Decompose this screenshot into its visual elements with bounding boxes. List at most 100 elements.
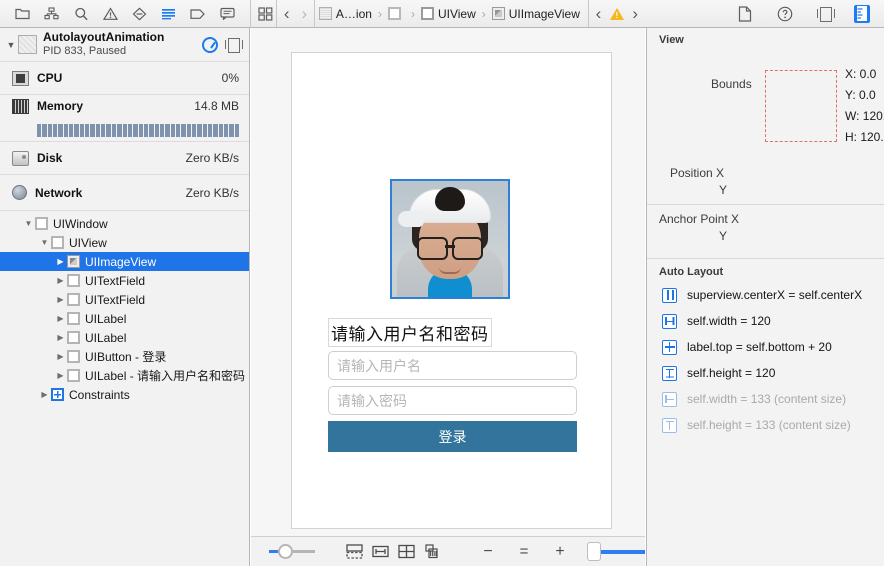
tree-row[interactable]: ▼ UIView — [0, 233, 249, 252]
gauge-row-cpu[interactable]: CPU 0% — [0, 62, 249, 95]
object-inspector: View Bounds X: 0.0 Y: 0.0 W: 120.0 H: 12… — [646, 28, 884, 566]
depth-slider-knob[interactable] — [278, 544, 293, 559]
quick-help-icon[interactable] — [774, 4, 796, 24]
disclosure-triangle[interactable]: ▶ — [54, 314, 67, 323]
memory-usage-bar — [37, 123, 240, 137]
disclosure-triangle[interactable]: ▼ — [22, 219, 35, 228]
memory-bar-segment — [191, 123, 197, 137]
disclosure-triangle[interactable]: ▶ — [54, 333, 67, 342]
issue-prev-button[interactable]: ‹ — [591, 4, 607, 24]
disclosure-triangle[interactable]: ▶ — [54, 371, 67, 380]
memory-bar-segment — [106, 123, 111, 137]
warning-icon[interactable] — [99, 4, 121, 24]
constraint-row[interactable]: self.width = 120 — [647, 308, 884, 334]
grid-icon[interactable] — [257, 4, 274, 24]
hierarchy-icon[interactable] — [41, 4, 63, 24]
tree-row[interactable]: ▼ UIWindow — [0, 214, 249, 233]
memory-bar-segment — [197, 123, 202, 137]
password-field[interactable]: 请输入密码 — [328, 386, 577, 415]
memory-bar-segment — [149, 123, 154, 137]
anchor-point-x-label: Anchor Point X — [659, 212, 740, 226]
show-grid-icon[interactable] — [393, 541, 419, 563]
size-inspector-icon[interactable] — [854, 4, 870, 23]
range-slider-handle-left[interactable] — [587, 542, 601, 561]
memory-icon — [12, 99, 29, 114]
tree-row[interactable]: ▶ UIImageView — [0, 252, 249, 271]
memory-bar-segment — [69, 123, 74, 137]
xcode-window: ‹ › A…ion › › UIView › UIImageView ‹ ! ›… — [0, 0, 884, 566]
view-panels-icon[interactable] — [225, 38, 243, 53]
jump-bar: ‹ › A…ion › › UIView › UIImageView ‹ ! › — [251, 0, 649, 27]
jumpbar-divider-3 — [587, 0, 589, 27]
test-diamond-icon[interactable] — [129, 4, 151, 24]
tree-row[interactable]: ▶ UILabel - 请输入用户名和密码 — [0, 366, 249, 385]
disclosure-triangle[interactable]: ▼ — [4, 40, 18, 50]
login-button[interactable]: 登录 — [328, 421, 577, 452]
jumpbar-divider-2 — [314, 0, 315, 27]
adjust-view-mode-icon[interactable] — [341, 541, 367, 563]
constraint-row[interactable]: self.width = 133 (content size) — [647, 386, 884, 412]
tree-row[interactable]: ▶ UIButton - 登录 — [0, 347, 249, 366]
snapshot-icon[interactable] — [419, 541, 445, 563]
gauge-row-memory[interactable]: Memory 14.8 MB — [0, 95, 249, 142]
align-centerx-icon — [662, 287, 677, 303]
view-mode-group — [341, 541, 445, 563]
constraint-row[interactable]: self.height = 133 (content size) — [647, 412, 884, 438]
issue-next-button[interactable]: › — [627, 4, 643, 24]
gauge-row-disk[interactable]: Disk Zero KB/s — [0, 142, 249, 175]
depth-slider[interactable] — [269, 544, 315, 559]
folder-icon[interactable] — [12, 4, 34, 24]
view-debugger-canvas[interactable]: 请输入用户名和密码 请输入用户名 请输入密码 登录 — [251, 28, 645, 536]
breakpoint-tag-icon[interactable] — [187, 4, 209, 24]
app-icon — [18, 35, 37, 54]
uiimageview-selection[interactable] — [390, 179, 510, 299]
tree-row[interactable]: ▶ UILabel — [0, 328, 249, 347]
breadcrumb-project[interactable]: A…ion — [317, 7, 374, 21]
disclosure-triangle[interactable]: ▶ — [54, 257, 67, 266]
gauge-icon[interactable] — [202, 36, 218, 53]
tree-row[interactable]: ▶ UITextField — [0, 271, 249, 290]
constraint-row[interactable]: label.top = self.bottom + 20 — [647, 334, 884, 360]
report-comment-icon[interactable] — [216, 4, 238, 24]
process-name: AutolayoutAnimation — [43, 30, 165, 45]
constraint-text: label.top = self.bottom + 20 — [687, 340, 832, 354]
disclosure-triangle[interactable]: ▼ — [38, 238, 51, 247]
back-button[interactable]: ‹ — [279, 4, 295, 24]
cpu-icon — [12, 70, 29, 86]
constraint-list: superview.centerX = self.centerX self.wid… — [647, 282, 884, 438]
memory-bar-segment — [138, 123, 143, 137]
breadcrumb-window[interactable] — [386, 7, 407, 20]
search-icon[interactable] — [70, 4, 92, 24]
assistant-editor-icon[interactable] — [814, 4, 836, 24]
username-field[interactable]: 请输入用户名 — [328, 351, 577, 380]
tree-row[interactable]: ▶ UITextField — [0, 290, 249, 309]
tree-row-label: UITextField — [85, 273, 146, 288]
constraint-row[interactable]: self.height = 120 — [647, 360, 884, 386]
tree-row-label: UILabel - 请输入用户名和密码 — [85, 369, 246, 383]
gauge-label: Disk — [37, 151, 63, 165]
bounds-label: Bounds — [711, 77, 752, 91]
file-inspector-icon[interactable] — [734, 4, 756, 24]
memory-bar-segment — [159, 123, 165, 137]
disclosure-triangle[interactable]: ▶ — [54, 276, 67, 285]
zoom-in-button[interactable]: + — [547, 541, 573, 563]
process-row[interactable]: ▼ AutolayoutAnimation PID 833, Paused — [0, 28, 249, 62]
zoom-actual-button[interactable]: = — [511, 541, 537, 563]
tree-row[interactable]: ▶ Constraints — [0, 385, 249, 404]
disclosure-triangle[interactable]: ▶ — [54, 295, 67, 304]
disclosure-triangle[interactable]: ▶ — [38, 390, 51, 399]
gauge-row-network[interactable]: Network Zero KB/s — [0, 175, 249, 211]
zoom-range-slider[interactable] — [587, 542, 645, 561]
disclosure-triangle[interactable]: ▶ — [54, 352, 67, 361]
constraint-row[interactable]: superview.centerX = self.centerX — [647, 282, 884, 308]
breadcrumb-uiimageview[interactable]: UIImageView — [490, 7, 582, 21]
breadcrumb-uiview[interactable]: UIView — [419, 7, 478, 21]
top-toolbar: ‹ › A…ion › › UIView › UIImageView ‹ ! › — [0, 0, 884, 28]
warning-triangle-icon[interactable] — [608, 4, 625, 24]
orient-horizontal-icon[interactable] — [367, 541, 393, 563]
process-actions — [202, 36, 243, 53]
debug-navigator-icon[interactable] — [158, 4, 180, 24]
zoom-out-button[interactable]: − — [475, 541, 501, 563]
tree-row[interactable]: ▶ UILabel — [0, 309, 249, 328]
forward-button[interactable]: › — [297, 4, 313, 24]
